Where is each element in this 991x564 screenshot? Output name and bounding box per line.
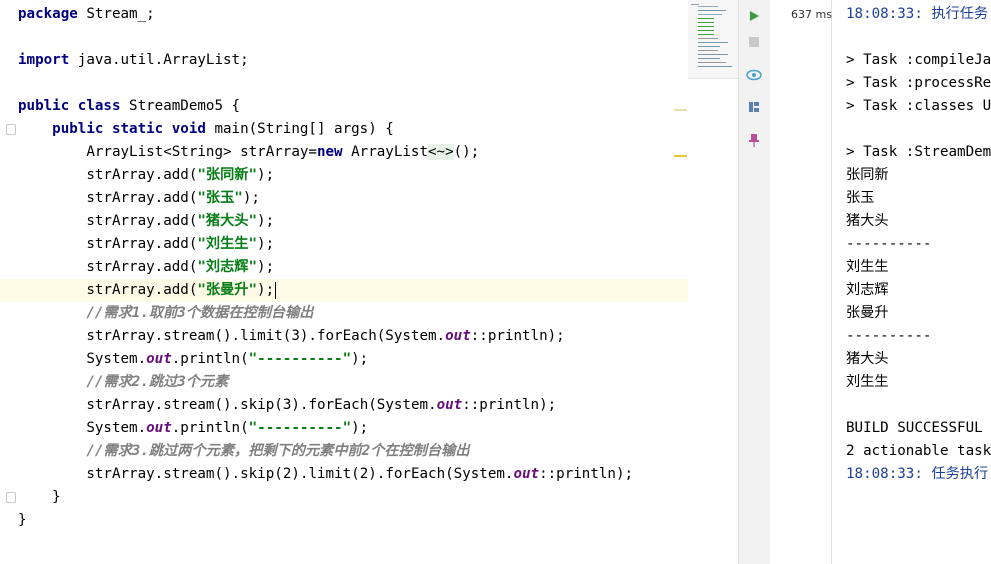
- stop-icon[interactable]: [745, 33, 763, 51]
- code-line: //需求2.跳过3个元素: [86, 374, 229, 390]
- code-line: strArray.add("刘志辉");: [86, 259, 275, 275]
- code-line: public class StreamDemo5 {: [18, 98, 241, 114]
- layout-icon[interactable]: [745, 98, 763, 116]
- run-console[interactable]: 18:08:33: 执行任务 > Task :compileJa > Task :p…: [832, 0, 991, 564]
- console-line: 18:08:33: 任务执行: [846, 466, 989, 482]
- code-line: strArray.add("猪大头");: [86, 213, 275, 229]
- console-line: > Task :StreamDem: [846, 144, 991, 160]
- code-line: //需求3.跳过两个元素，把剩下的元素中前2个在控制台输出: [86, 443, 470, 459]
- console-line: 张曼升: [846, 305, 889, 321]
- console-line: 刘生生: [846, 374, 889, 390]
- code-line: strArray.add("刘生生");: [86, 236, 275, 252]
- code-line-current: strArray.add("张曼升");: [0, 279, 688, 302]
- console-line: 猪大头: [846, 351, 889, 367]
- console-line: 刘生生: [846, 259, 889, 275]
- code-line: strArray.stream().limit(3).forEach(Syste…: [86, 328, 565, 344]
- fold-marker-icon[interactable]: [6, 124, 16, 135]
- code-line: strArray.add("张玉");: [86, 190, 260, 206]
- code-line: public static void main(String[] args) {: [0, 118, 688, 141]
- code-line: }: [0, 486, 688, 509]
- code-minimap[interactable]: [688, 0, 738, 79]
- warning-marker[interactable]: [674, 109, 687, 111]
- error-stripe[interactable]: [672, 0, 688, 564]
- console-line: > Task :classes U: [846, 98, 991, 114]
- warning-marker[interactable]: [674, 155, 687, 157]
- console-line: 18:08:33: 执行任务: [846, 6, 989, 22]
- fold-marker-icon[interactable]: [6, 492, 16, 503]
- code-line: System.out.println("----------");: [86, 351, 369, 367]
- console-line: BUILD SUCCESSFUL: [846, 420, 983, 436]
- console-line: 张玉: [846, 190, 875, 206]
- console-line: > Task :processRe: [846, 75, 991, 91]
- eye-icon[interactable]: [745, 66, 763, 84]
- code-line: //需求1.取前3个数据在控制台输出: [86, 305, 314, 321]
- run-toolbar: [738, 0, 771, 564]
- console-line: 张同新: [846, 167, 889, 183]
- text-caret: [275, 281, 277, 299]
- console-line: ----------: [846, 236, 932, 252]
- console-line: ----------: [846, 328, 932, 344]
- code-line: strArray.stream().skip(2).limit(2).forEa…: [86, 466, 634, 482]
- code-line: strArray.add("张同新");: [86, 167, 275, 183]
- console-line: > Task :compileJa: [846, 52, 991, 68]
- code-line: import java.util.ArrayList;: [18, 52, 249, 68]
- code-line: }: [18, 512, 27, 528]
- run-duration: 637 ms: [791, 8, 832, 21]
- code-editor[interactable]: package Stream_; import java.util.ArrayL…: [0, 0, 688, 564]
- console-line: 2 actionable task: [846, 443, 991, 459]
- run-tree-pane: [770, 0, 832, 564]
- console-line: 刘志辉: [846, 282, 889, 298]
- code-line: ArrayList<String> strArray=new ArrayList…: [86, 144, 480, 160]
- pin-icon[interactable]: [745, 131, 763, 149]
- rerun-icon[interactable]: [745, 7, 763, 25]
- code-line: System.out.println("----------");: [86, 420, 369, 436]
- diamond-inlay-hint: <~>: [428, 144, 454, 160]
- code-line: package Stream_;: [18, 6, 155, 22]
- console-line: 猪大头: [846, 213, 889, 229]
- code-line: strArray.stream().skip(3).forEach(System…: [86, 397, 557, 413]
